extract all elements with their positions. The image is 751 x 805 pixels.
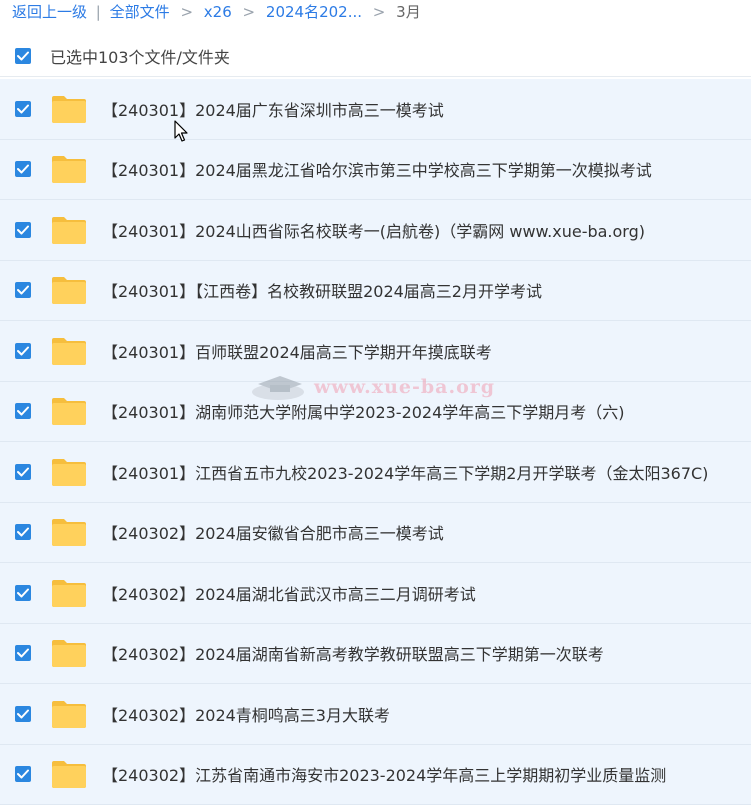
check-icon bbox=[17, 588, 29, 598]
select-all-row: 已选中103个文件/文件夹 bbox=[0, 36, 751, 77]
breadcrumb-arrow-icon: > bbox=[243, 3, 256, 21]
breadcrumb-x26[interactable]: x26 bbox=[204, 3, 232, 21]
check-icon bbox=[17, 285, 29, 295]
file-row[interactable]: 【240301】【江西卷】名校教研联盟2024届高三2月开学考试 bbox=[0, 261, 751, 322]
breadcrumb-all-files[interactable]: 全部文件 bbox=[110, 3, 170, 21]
file-row[interactable]: 【240302】江苏省南通市海安市2023-2024学年高三上学期期初学业质量监… bbox=[0, 745, 751, 805]
back-link[interactable]: 返回上一级 bbox=[12, 3, 87, 21]
check-icon bbox=[17, 648, 29, 658]
folder-icon bbox=[50, 638, 88, 668]
row-checkbox[interactable] bbox=[15, 464, 31, 480]
watermark: www.xue-ba.org bbox=[250, 372, 495, 402]
file-name[interactable]: 【240302】2024届湖北省武汉市高三二月调研考试 bbox=[102, 581, 476, 605]
breadcrumb-divider: | bbox=[96, 3, 101, 21]
file-row[interactable]: 【240302】2024届湖南省新高考教学教研联盟高三下学期第一次联考 bbox=[0, 624, 751, 685]
check-icon bbox=[17, 164, 29, 174]
folder-icon bbox=[50, 154, 88, 184]
file-name[interactable]: 【240301】【江西卷】名校教研联盟2024届高三2月开学考试 bbox=[102, 278, 542, 302]
folder-icon bbox=[50, 699, 88, 729]
file-row[interactable]: 【240301】2024届广东省深圳市高三一模考试 bbox=[0, 79, 751, 140]
file-row[interactable]: 【240301】江西省五市九校2023-2024学年高三下学期2月开学联考（金太… bbox=[0, 442, 751, 503]
select-all-checkbox[interactable] bbox=[15, 48, 31, 64]
folder-icon bbox=[50, 517, 88, 547]
file-row[interactable]: 【240302】2024青桐鸣高三3月大联考 bbox=[0, 684, 751, 745]
mouse-cursor-icon bbox=[174, 120, 190, 144]
graduation-cap-icon bbox=[250, 372, 310, 402]
selection-count: 已选中103个文件/文件夹 bbox=[50, 44, 230, 68]
check-icon bbox=[17, 406, 29, 416]
check-icon bbox=[17, 527, 29, 537]
folder-icon bbox=[50, 336, 88, 366]
row-checkbox[interactable] bbox=[15, 706, 31, 722]
row-checkbox[interactable] bbox=[15, 101, 31, 117]
breadcrumb-current: 3月 bbox=[396, 3, 421, 21]
file-name[interactable]: 【240302】2024届湖南省新高考教学教研联盟高三下学期第一次联考 bbox=[102, 641, 604, 665]
folder-icon bbox=[50, 396, 88, 426]
check-icon bbox=[17, 225, 29, 235]
watermark-text: www.xue-ba.org bbox=[314, 376, 495, 398]
file-name[interactable]: 【240301】湖南师范大学附属中学2023-2024学年高三下学期月考（六) bbox=[102, 399, 625, 423]
file-name[interactable]: 【240301】江西省五市九校2023-2024学年高三下学期2月开学联考（金太… bbox=[102, 460, 708, 484]
row-checkbox[interactable] bbox=[15, 222, 31, 238]
row-checkbox[interactable] bbox=[15, 524, 31, 540]
check-icon bbox=[17, 104, 29, 114]
file-name[interactable]: 【240301】2024届广东省深圳市高三一模考试 bbox=[102, 97, 444, 121]
folder-icon bbox=[50, 275, 88, 305]
breadcrumb-arrow-icon: > bbox=[180, 3, 193, 21]
file-name[interactable]: 【240301】百师联盟2024届高三下学期开年摸底联考 bbox=[102, 339, 492, 363]
row-checkbox[interactable] bbox=[15, 766, 31, 782]
row-checkbox[interactable] bbox=[15, 343, 31, 359]
check-icon bbox=[17, 769, 29, 779]
check-icon bbox=[17, 51, 29, 61]
row-checkbox[interactable] bbox=[15, 645, 31, 661]
row-checkbox[interactable] bbox=[15, 403, 31, 419]
folder-icon bbox=[50, 457, 88, 487]
breadcrumb-arrow-icon: > bbox=[373, 3, 386, 21]
file-row[interactable]: 【240301】2024山西省际名校联考一(启航卷)（学霸网 www.xue-b… bbox=[0, 200, 751, 261]
breadcrumb: 返回上一级 | 全部文件 > x26 > 2024名202... > 3月 bbox=[12, 0, 421, 24]
file-row[interactable]: 【240302】2024届湖北省武汉市高三二月调研考试 bbox=[0, 563, 751, 624]
row-checkbox[interactable] bbox=[15, 282, 31, 298]
folder-icon bbox=[50, 215, 88, 245]
file-name[interactable]: 【240301】2024届黑龙江省哈尔滨市第三中学校高三下学期第一次模拟考试 bbox=[102, 157, 652, 181]
file-name[interactable]: 【240301】2024山西省际名校联考一(启航卷)（学霸网 www.xue-b… bbox=[102, 218, 645, 242]
breadcrumb-2024-folder[interactable]: 2024名202... bbox=[266, 3, 362, 21]
row-checkbox[interactable] bbox=[15, 161, 31, 177]
file-row[interactable]: 【240301】2024届黑龙江省哈尔滨市第三中学校高三下学期第一次模拟考试 bbox=[0, 140, 751, 201]
file-name[interactable]: 【240302】江苏省南通市海安市2023-2024学年高三上学期期初学业质量监… bbox=[102, 762, 666, 786]
file-row[interactable]: 【240302】2024届安徽省合肥市高三一模考试 bbox=[0, 503, 751, 564]
check-icon bbox=[17, 346, 29, 356]
row-checkbox[interactable] bbox=[15, 585, 31, 601]
file-name[interactable]: 【240302】2024青桐鸣高三3月大联考 bbox=[102, 702, 390, 726]
file-name[interactable]: 【240302】2024届安徽省合肥市高三一模考试 bbox=[102, 520, 444, 544]
check-icon bbox=[17, 709, 29, 719]
file-list: 【240301】2024届广东省深圳市高三一模考试【240301】2024届黑龙… bbox=[0, 79, 751, 805]
folder-icon bbox=[50, 578, 88, 608]
check-icon bbox=[17, 467, 29, 477]
folder-icon bbox=[50, 759, 88, 789]
folder-icon bbox=[50, 94, 88, 124]
